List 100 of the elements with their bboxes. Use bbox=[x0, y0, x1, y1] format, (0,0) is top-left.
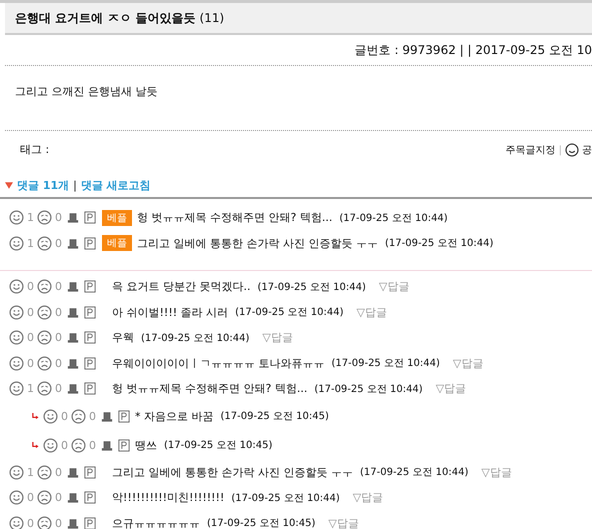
frown-icon[interactable] bbox=[37, 381, 52, 396]
reply-link[interactable]: ▽답글 bbox=[262, 330, 293, 346]
smiley-icon[interactable] bbox=[9, 236, 24, 251]
stamp-icon[interactable] bbox=[67, 466, 79, 479]
like-count: 0 bbox=[61, 438, 68, 452]
reply-link[interactable]: ▽답글 bbox=[356, 304, 387, 320]
like-count: 0 bbox=[61, 410, 68, 422]
comment-time: (17-09-25 오전 10:44) bbox=[257, 280, 366, 294]
smiley-icon[interactable] bbox=[9, 330, 24, 346]
comment-text: 아 쉬이벌!!!! 졸라 시러 bbox=[112, 304, 228, 320]
comment-time: (17-09-25 오전 10:45) bbox=[164, 439, 272, 452]
reply-arrow-icon bbox=[32, 442, 39, 448]
stamp-icon[interactable] bbox=[67, 382, 79, 396]
p-box-icon[interactable] bbox=[84, 382, 96, 396]
frown-icon[interactable] bbox=[37, 279, 52, 294]
best-badge: 베플 bbox=[102, 210, 132, 226]
reply-arrow-icon bbox=[32, 412, 39, 420]
stamp-icon[interactable] bbox=[67, 306, 79, 319]
comment-time: (17-09-25 오전 10:44) bbox=[314, 382, 423, 396]
stamp-icon[interactable] bbox=[101, 438, 113, 452]
comment-text: 그리고 일베에 통통한 손가락 사진 인증할듯 ㅜㅜ bbox=[137, 236, 378, 251]
comment-text: 땡쓰 bbox=[135, 438, 157, 452]
reply-link[interactable]: ▽답글 bbox=[352, 490, 384, 506]
comment-time: (17-09-25 오전 10:45) bbox=[220, 410, 329, 423]
post-meta: 글번호 : 9973962 | | 2017-09-25 오전 10 bbox=[354, 42, 592, 58]
p-box-icon[interactable] bbox=[118, 438, 130, 452]
frown-icon[interactable] bbox=[71, 438, 86, 452]
comment-text: 헝 벗ㅠㅠ제목 수정해주면 안돼? 텍험... bbox=[137, 210, 332, 226]
frown-icon[interactable] bbox=[37, 236, 52, 251]
p-box-icon[interactable] bbox=[84, 211, 96, 224]
reply-link[interactable]: ▽답글 bbox=[378, 279, 410, 294]
post-title: 은행대 요거트에 ㅈㅇ 들어있을듯 bbox=[15, 10, 196, 26]
stamp-icon[interactable] bbox=[67, 356, 79, 370]
stamp-icon[interactable] bbox=[67, 236, 79, 250]
smiley-icon[interactable] bbox=[9, 304, 24, 320]
dislike-count: 0 bbox=[55, 516, 62, 529]
smiley-icon[interactable] bbox=[43, 408, 58, 424]
comment-text: 우웩 bbox=[112, 330, 134, 346]
frown-icon[interactable] bbox=[37, 516, 52, 529]
share-link[interactable]: 공 bbox=[582, 143, 592, 157]
like-count: 1 bbox=[27, 466, 34, 479]
p-box-icon[interactable] bbox=[118, 410, 130, 422]
smiley-icon[interactable] bbox=[9, 210, 24, 226]
smiley-icon[interactable] bbox=[9, 490, 24, 506]
post-body: 그리고 으깨진 은행냄새 날듯 bbox=[5, 66, 592, 131]
smiley-icon[interactable] bbox=[9, 381, 24, 396]
smiley-icon[interactable] bbox=[9, 516, 24, 529]
stamp-icon[interactable] bbox=[67, 331, 79, 344]
frown-icon[interactable] bbox=[37, 356, 52, 371]
smiley-icon[interactable] bbox=[9, 279, 24, 294]
comment-text: 헝 벗ㅠㅠ제목 수정해주면 안돼? 텍험... bbox=[112, 381, 308, 396]
dislike-count: 0 bbox=[55, 466, 62, 479]
frown-icon[interactable] bbox=[37, 304, 52, 320]
comment-time: (17-09-25 오전 10:45) bbox=[207, 517, 316, 529]
stamp-icon[interactable] bbox=[67, 280, 79, 294]
p-box-icon[interactable] bbox=[84, 306, 96, 319]
stamp-icon[interactable] bbox=[67, 211, 79, 224]
p-box-icon[interactable] bbox=[84, 280, 96, 294]
separator: | bbox=[558, 144, 562, 156]
stamp-icon[interactable] bbox=[67, 491, 79, 504]
p-box-icon[interactable] bbox=[84, 356, 96, 370]
comment-text: 윽 요거트 당분간 못먹겠다.. bbox=[112, 279, 250, 294]
comment-time: (17-09-25 오전 10:44) bbox=[332, 357, 440, 370]
p-box-icon[interactable] bbox=[84, 491, 96, 504]
dislike-count: 0 bbox=[55, 491, 62, 504]
reply-link[interactable]: ▽답글 bbox=[328, 516, 359, 529]
comment-time: (17-09-25 오전 10:44) bbox=[231, 492, 340, 505]
frown-icon[interactable] bbox=[37, 490, 52, 506]
frown-icon[interactable] bbox=[71, 408, 86, 424]
comment-text: 악!!!!!!!!!!미친!!!!!!!! bbox=[112, 490, 224, 506]
dislike-count: 0 bbox=[55, 211, 62, 224]
bookmark-link[interactable]: 주목글지정 bbox=[506, 143, 556, 157]
p-box-icon[interactable] bbox=[84, 331, 96, 344]
reply-link[interactable]: ▽답글 bbox=[452, 356, 484, 371]
reply-link[interactable]: ▽답글 bbox=[436, 381, 466, 396]
stamp-icon[interactable] bbox=[101, 410, 113, 422]
comment-time: (17-09-25 오전 10:44) bbox=[384, 237, 494, 250]
smiley-icon[interactable] bbox=[9, 356, 24, 371]
smiley-icon bbox=[565, 143, 579, 157]
dislike-count: 0 bbox=[55, 280, 62, 294]
p-box-icon[interactable] bbox=[84, 236, 96, 250]
comment-count-link[interactable]: 댓글 11개 bbox=[17, 178, 70, 192]
comment-text: * 자음으로 바꿈 bbox=[135, 408, 214, 424]
comment-text: 으규ㅠㅠㅠㅠㅠㅠ bbox=[112, 516, 200, 529]
stamp-icon[interactable] bbox=[67, 516, 79, 529]
frown-icon[interactable] bbox=[37, 330, 52, 346]
frown-icon[interactable] bbox=[37, 210, 52, 226]
reply-link[interactable]: ▽답글 bbox=[481, 464, 512, 480]
smiley-icon[interactable] bbox=[9, 464, 24, 480]
p-box-icon[interactable] bbox=[84, 466, 96, 479]
like-count: 0 bbox=[27, 306, 34, 319]
frown-icon[interactable] bbox=[37, 464, 52, 480]
dislike-count: 0 bbox=[55, 356, 62, 370]
comment-text: 우웨이이이이이ㅣㄱㅠㅠㅠㅠ 토나와퓨ㅠㅠ bbox=[112, 356, 324, 371]
refresh-link[interactable]: 댓글 새로고침 bbox=[80, 178, 151, 192]
p-box-icon[interactable] bbox=[84, 516, 96, 529]
like-count: 0 bbox=[27, 516, 34, 529]
comment-time: (17-09-25 오전 10:44) bbox=[141, 332, 250, 345]
triangle-icon bbox=[5, 182, 13, 188]
smiley-icon[interactable] bbox=[43, 438, 58, 452]
